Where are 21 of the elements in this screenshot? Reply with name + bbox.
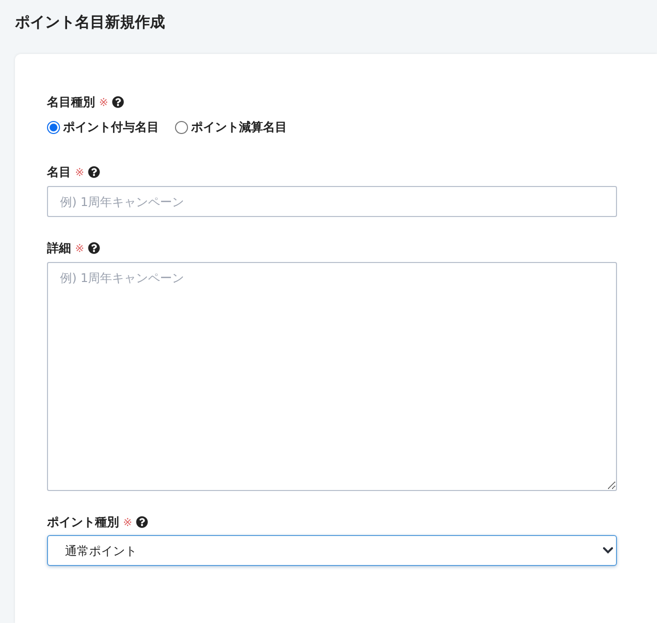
radio-button[interactable] xyxy=(47,120,60,134)
textarea-field[interactable]: 例) 1周年キャンペーン xyxy=(47,262,617,491)
radio-button[interactable] xyxy=(175,120,188,134)
help-icon[interactable] xyxy=(88,242,100,254)
field-label: 詳細 xyxy=(47,240,71,256)
page-title: ポイント名目新規作成 xyxy=(14,12,166,33)
chevron-down-icon xyxy=(603,547,613,554)
field-label: ポイント種別 xyxy=(47,514,119,530)
help-icon[interactable] xyxy=(88,166,100,178)
select-field[interactable]: 通常ポイント xyxy=(47,535,617,566)
field-label: 名目 xyxy=(47,164,71,180)
required-mark: ※ xyxy=(75,166,84,178)
required-mark: ※ xyxy=(123,516,132,528)
field-label: 名目種別 xyxy=(47,94,95,110)
help-icon[interactable] xyxy=(136,516,148,528)
help-icon[interactable] xyxy=(112,96,124,108)
required-mark: ※ xyxy=(75,242,84,254)
required-mark: ※ xyxy=(99,96,108,108)
radio-label[interactable]: ポイント付与名目 xyxy=(63,118,159,136)
text-input[interactable]: 例) 1周年キャンペーン xyxy=(47,186,617,217)
radio-label[interactable]: ポイント減算名目 xyxy=(191,118,287,136)
